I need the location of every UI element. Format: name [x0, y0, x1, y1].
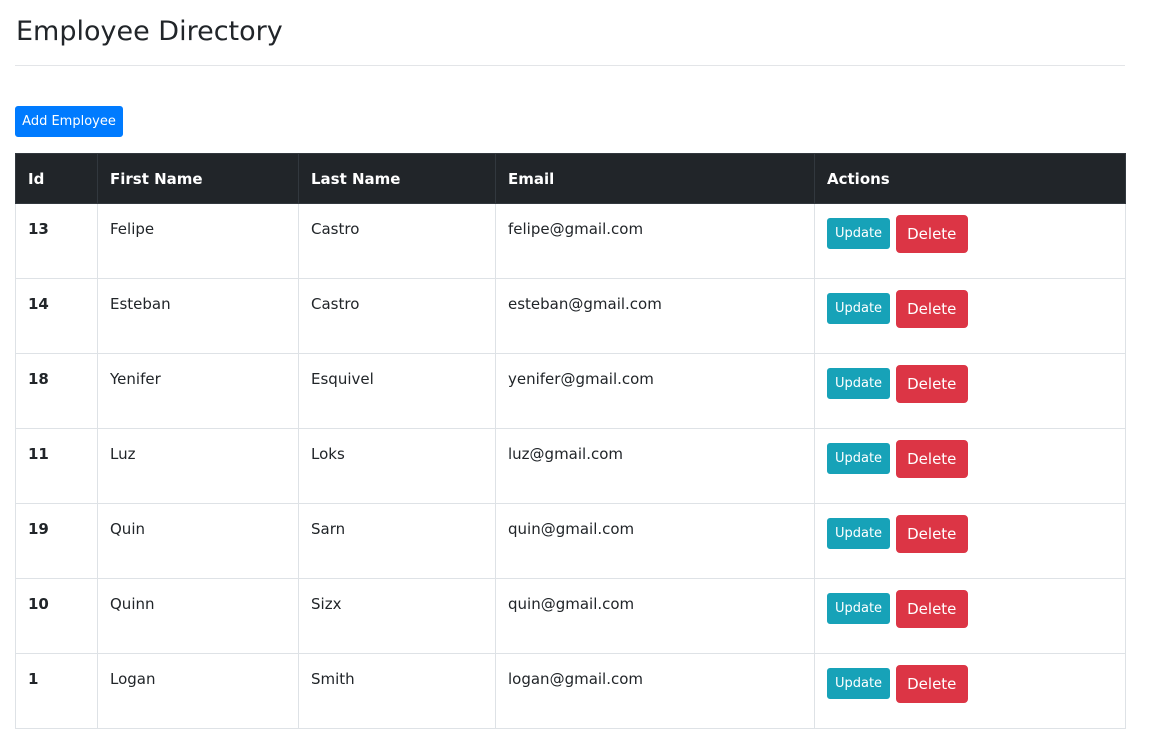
update-button[interactable]: Update [827, 218, 890, 249]
delete-button[interactable]: Delete [895, 515, 968, 553]
employee-first-name: Quin [110, 520, 145, 538]
employee-email: luz@gmail.com [508, 445, 624, 463]
employee-last-name: Esquivel [311, 370, 374, 388]
update-button[interactable]: Update [827, 518, 890, 549]
header-id: Id [15, 153, 98, 204]
employee-id: 18 [28, 370, 49, 388]
table-row: 11 Luz Loks luz@gmail.com Update Delete [15, 428, 1126, 504]
employee-last-name: Loks [311, 445, 345, 463]
table-row: 19 Quin Sarn quin@gmail.com Update Delet… [15, 503, 1126, 579]
row-actions: Update Delete [814, 653, 1126, 729]
employee-email: esteban@gmail.com [508, 295, 662, 313]
update-button[interactable]: Update [827, 293, 890, 324]
employee-table: Id First Name Last Name Email Actions 13… [15, 153, 1126, 729]
delete-button[interactable]: Delete [895, 365, 968, 403]
table-row: 13 Felipe Castro felipe@gmail.com Update… [15, 203, 1126, 279]
delete-button[interactable]: Delete [895, 590, 968, 628]
header-actions: Actions [814, 153, 1126, 204]
header-last-name: Last Name [298, 153, 496, 204]
employee-first-name: Esteban [110, 295, 171, 313]
header-first-name: First Name [97, 153, 299, 204]
table-body: 13 Felipe Castro felipe@gmail.com Update… [15, 203, 1126, 729]
row-actions: Update Delete [814, 203, 1126, 279]
table-row: 1 Logan Smith logan@gmail.com Update Del… [15, 653, 1126, 729]
table-row: 18 Yenifer Esquivel yenifer@gmail.com Up… [15, 353, 1126, 429]
employee-email: felipe@gmail.com [508, 220, 644, 238]
header-email: Email [495, 153, 815, 204]
employee-first-name: Yenifer [110, 370, 161, 388]
employee-first-name: Logan [110, 670, 156, 688]
employee-email: yenifer@gmail.com [508, 370, 654, 388]
employee-id: 11 [28, 445, 49, 463]
employee-email: quin@gmail.com [508, 595, 635, 613]
employee-id: 19 [28, 520, 49, 538]
title-divider [15, 65, 1125, 66]
employee-last-name: Smith [311, 670, 355, 688]
employee-first-name: Luz [110, 445, 136, 463]
table-header: Id First Name Last Name Email Actions [15, 153, 1126, 204]
employee-last-name: Castro [311, 295, 360, 313]
employee-id: 14 [28, 295, 49, 313]
employee-email: logan@gmail.com [508, 670, 644, 688]
page-title: Employee Directory [16, 16, 283, 47]
update-button[interactable]: Update [827, 368, 890, 399]
employee-last-name: Sarn [311, 520, 346, 538]
row-actions: Update Delete [814, 578, 1126, 654]
table-row: 14 Esteban Castro esteban@gmail.com Upda… [15, 278, 1126, 354]
employee-last-name: Sizx [311, 595, 342, 613]
delete-button[interactable]: Delete [895, 215, 968, 253]
row-actions: Update Delete [814, 278, 1126, 354]
employee-id: 13 [28, 220, 49, 238]
employee-id: 1 [28, 670, 39, 688]
row-actions: Update Delete [814, 428, 1126, 504]
employee-first-name: Felipe [110, 220, 155, 238]
delete-button[interactable]: Delete [895, 440, 968, 478]
table-row: 10 Quinn Sizx quin@gmail.com Update Dele… [15, 578, 1126, 654]
employee-email: quin@gmail.com [508, 520, 635, 538]
employee-last-name: Castro [311, 220, 360, 238]
employee-first-name: Quinn [110, 595, 155, 613]
employee-id: 10 [28, 595, 49, 613]
delete-button[interactable]: Delete [895, 665, 968, 703]
update-button[interactable]: Update [827, 443, 890, 474]
row-actions: Update Delete [814, 353, 1126, 429]
update-button[interactable]: Update [827, 593, 890, 624]
delete-button[interactable]: Delete [895, 290, 968, 328]
row-actions: Update Delete [814, 503, 1126, 579]
add-employee-button[interactable]: Add Employee [15, 106, 123, 137]
